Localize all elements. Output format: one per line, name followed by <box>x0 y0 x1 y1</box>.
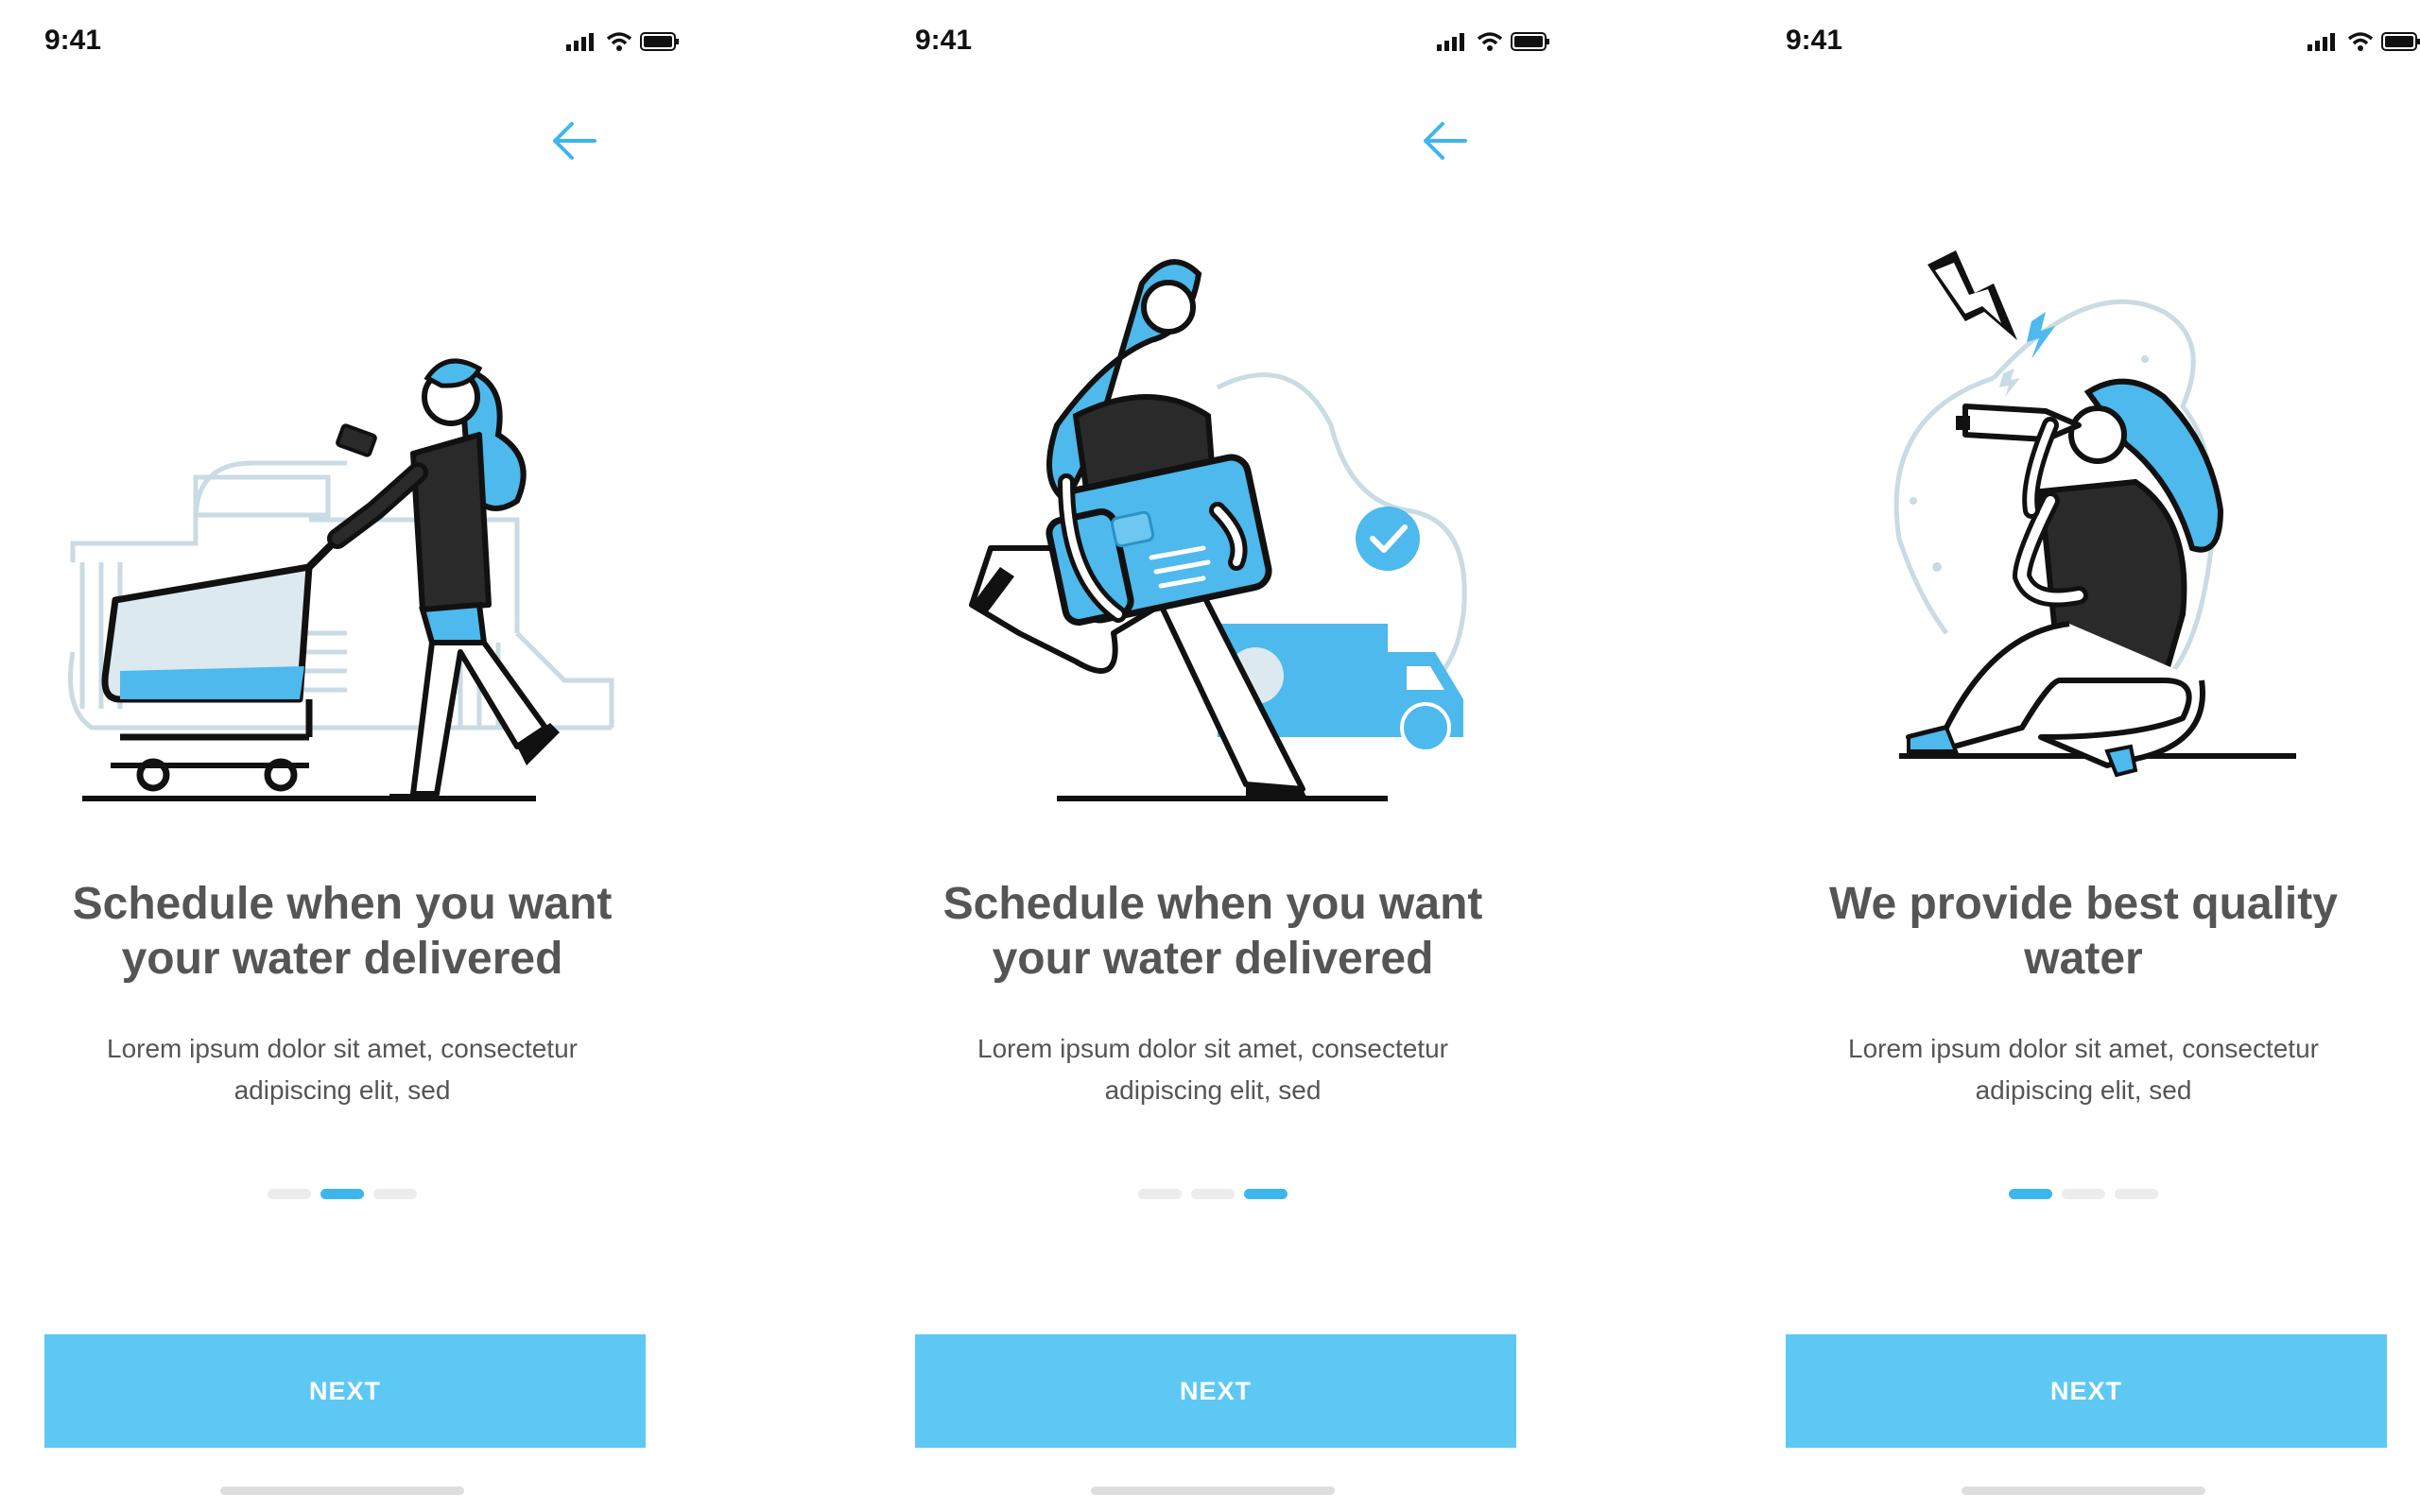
home-indicator[interactable] <box>1091 1486 1335 1495</box>
page-dot[interactable] <box>373 1189 417 1199</box>
signal-icon <box>566 33 594 51</box>
page-indicator <box>915 1189 1511 1199</box>
description-line: Lorem ipsum dolor sit amet, consectetur <box>107 1034 578 1063</box>
next-button[interactable]: NEXT <box>915 1334 1516 1448</box>
description-line: Lorem ipsum dolor sit amet, consectetur <box>1848 1034 2319 1063</box>
signal-icon <box>1437 33 1464 51</box>
arrow-left-icon[interactable] <box>1422 119 1469 163</box>
page-indicator <box>1786 1189 2381 1199</box>
page-title: Schedule when you want your water delive… <box>44 877 640 987</box>
status-bar: 9:41 <box>915 25 1567 62</box>
page-indicator <box>44 1189 640 1199</box>
status-time: 9:41 <box>44 25 102 56</box>
woman-drinking-water-illustration <box>1893 250 2296 778</box>
title-line: We provide best quality <box>1829 879 2338 929</box>
description-line: adipiscing elit, sed <box>1104 1075 1322 1105</box>
onboarding-screen-3: 9:41 We provide best quality water Lorem… <box>1786 0 2420 1512</box>
signal-icon <box>2308 33 2335 51</box>
home-indicator[interactable] <box>220 1486 464 1495</box>
battery-icon <box>640 32 679 51</box>
page-title: Schedule when you want your water delive… <box>915 877 1511 987</box>
status-time: 9:41 <box>1786 25 1843 56</box>
description-line: adipiscing elit, sed <box>1975 1075 2192 1105</box>
page-dot[interactable] <box>1191 1189 1235 1199</box>
wifi-icon <box>606 32 632 51</box>
page-dot[interactable] <box>268 1189 311 1199</box>
next-button[interactable]: NEXT <box>44 1334 646 1448</box>
page-dot-active[interactable] <box>2009 1189 2052 1199</box>
next-button[interactable]: NEXT <box>1786 1334 2387 1448</box>
page-description: Lorem ipsum dolor sit amet, consectetur … <box>44 1028 640 1111</box>
page-description: Lorem ipsum dolor sit amet, consectetur … <box>1786 1028 2381 1111</box>
title-line: water <box>2024 934 2143 984</box>
page-title: We provide best quality water <box>1786 877 2381 987</box>
page-dot[interactable] <box>2115 1189 2158 1199</box>
description-line: Lorem ipsum dolor sit amet, consectetur <box>977 1034 1448 1063</box>
page-dot[interactable] <box>1138 1189 1182 1199</box>
title-line: your water delivered <box>992 934 1434 984</box>
battery-icon <box>2381 32 2420 51</box>
title-line: Schedule when you want <box>942 879 1483 929</box>
page-dot[interactable] <box>2062 1189 2105 1199</box>
page-description: Lorem ipsum dolor sit amet, consectetur … <box>915 1028 1511 1111</box>
battery-icon <box>1511 32 1549 51</box>
page-dot-active[interactable] <box>320 1189 364 1199</box>
status-icons <box>1437 32 1550 51</box>
home-indicator[interactable] <box>1962 1486 2205 1495</box>
description-line: adipiscing elit, sed <box>233 1075 451 1105</box>
onboarding-screen-1: 9:41 Schedule when you want your water d… <box>44 0 697 1512</box>
page-dot-active[interactable] <box>1244 1189 1288 1199</box>
arrow-left-icon[interactable] <box>551 119 598 163</box>
status-time: 9:41 <box>915 25 973 56</box>
status-icons <box>2308 32 2420 51</box>
wifi-icon <box>1477 32 1503 51</box>
woman-with-shopping-cart-illustration <box>68 358 614 801</box>
woman-running-with-package-illustration <box>969 259 1467 801</box>
title-line: your water delivered <box>121 934 563 984</box>
wifi-icon <box>2347 32 2374 51</box>
status-bar: 9:41 <box>44 25 697 62</box>
title-line: Schedule when you want <box>72 879 613 929</box>
status-bar: 9:41 <box>1786 25 2420 62</box>
status-icons <box>566 32 680 51</box>
onboarding-screen-2: 9:41 Schedule when you want your water d… <box>915 0 1567 1512</box>
